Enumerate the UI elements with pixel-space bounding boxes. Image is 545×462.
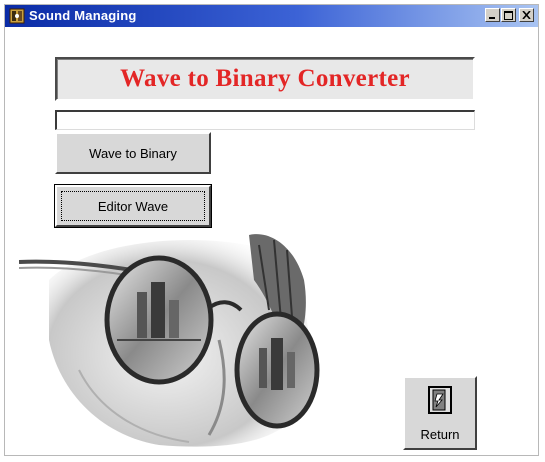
status-field <box>55 110 475 130</box>
app-icon <box>9 8 25 24</box>
return-label: Return <box>420 427 460 442</box>
close-icon <box>522 11 531 19</box>
minimize-button[interactable] <box>485 8 500 22</box>
main-window: Sound Managing Wave to Binary Converter … <box>4 4 539 456</box>
wave-to-binary-label: Wave to Binary <box>89 145 177 161</box>
close-button[interactable] <box>519 8 534 22</box>
door-exit-icon <box>428 386 452 414</box>
focus-rectangle <box>61 191 205 221</box>
banner-title: Wave to Binary Converter <box>120 65 410 92</box>
return-button[interactable]: Return <box>403 376 477 450</box>
window-title: Sound Managing <box>29 8 137 23</box>
wave-to-binary-button[interactable]: Wave to Binary <box>55 132 211 174</box>
title-bar[interactable]: Sound Managing <box>5 5 538 27</box>
title-banner: Wave to Binary Converter <box>55 57 475 101</box>
maximize-button[interactable] <box>501 8 516 22</box>
face-with-glasses-illustration <box>19 234 320 447</box>
